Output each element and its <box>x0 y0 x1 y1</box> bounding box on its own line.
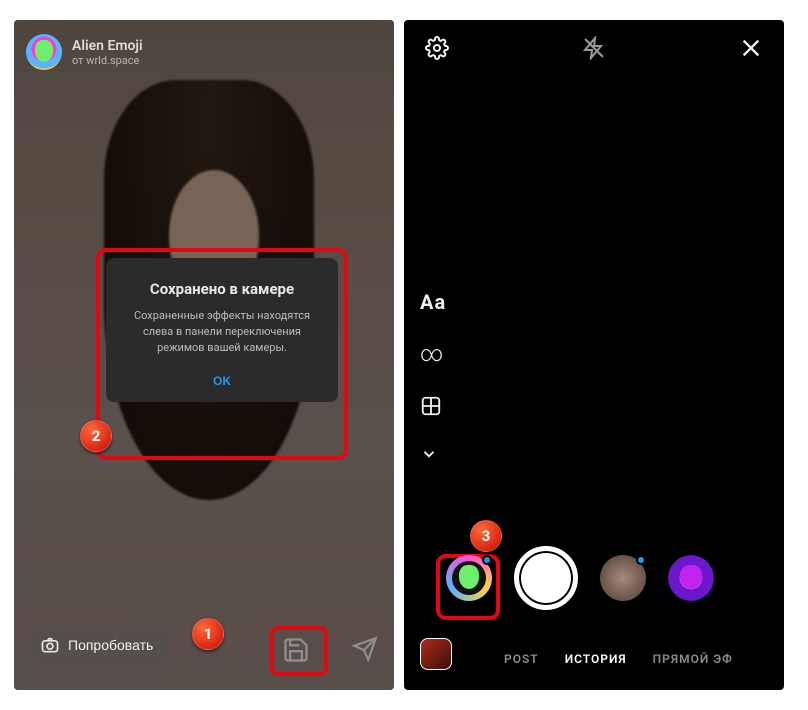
effect-avatar-icon <box>26 34 62 70</box>
mode-story[interactable]: ИСТОРИЯ <box>565 652 627 666</box>
layout-button[interactable] <box>420 395 446 417</box>
close-icon[interactable] <box>736 33 766 63</box>
story-camera-screen: Aa ∞ POST ИСТОРИЯ ПРЯМОЙ ЭФ <box>404 20 784 690</box>
dialog-title: Сохранено в камере <box>124 280 320 298</box>
effect-author: от wrld.space <box>72 54 143 67</box>
effect-tray[interactable] <box>404 544 784 612</box>
camera-icon <box>40 635 60 655</box>
effect-header[interactable]: Alien Emoji от wrld.space <box>26 34 143 70</box>
camera-mode-switcher[interactable]: POST ИСТОРИЯ ПРЯМОЙ ЭФ <box>504 652 784 666</box>
effect-item-3[interactable] <box>668 555 714 601</box>
mode-live[interactable]: ПРЯМОЙ ЭФ <box>653 652 733 666</box>
try-effect-button[interactable]: Попробовать <box>28 626 169 664</box>
annotation-badge-1: 1 <box>192 618 224 650</box>
boomerang-button[interactable]: ∞ <box>420 342 446 367</box>
dialog-ok-button[interactable]: OK <box>213 374 231 388</box>
expand-tools-button[interactable] <box>420 445 446 463</box>
share-icon[interactable] <box>352 636 378 662</box>
annotation-badge-3: 3 <box>470 520 502 552</box>
dialog-body: Сохраненные эффекты находятся слева в па… <box>124 308 320 356</box>
try-effect-label: Попробовать <box>68 637 153 653</box>
effect-title: Alien Emoji <box>72 38 143 54</box>
text-mode-button[interactable]: Aa <box>420 290 446 314</box>
effect-alien-emoji[interactable] <box>446 555 492 601</box>
effect-preview-screen: Alien Emoji от wrld.space Сохранено в ка… <box>14 20 394 690</box>
flash-off-icon[interactable] <box>579 33 609 63</box>
saved-dialog: Сохранено в камере Сохраненные эффекты н… <box>106 258 338 402</box>
effect-item-2[interactable] <box>600 555 646 601</box>
annotation-badge-2: 2 <box>80 420 112 452</box>
save-effect-icon[interactable] <box>282 636 310 664</box>
mode-post[interactable]: POST <box>504 652 539 666</box>
settings-icon[interactable] <box>422 33 452 63</box>
gallery-button[interactable] <box>420 638 452 670</box>
shutter-button[interactable] <box>514 546 578 610</box>
